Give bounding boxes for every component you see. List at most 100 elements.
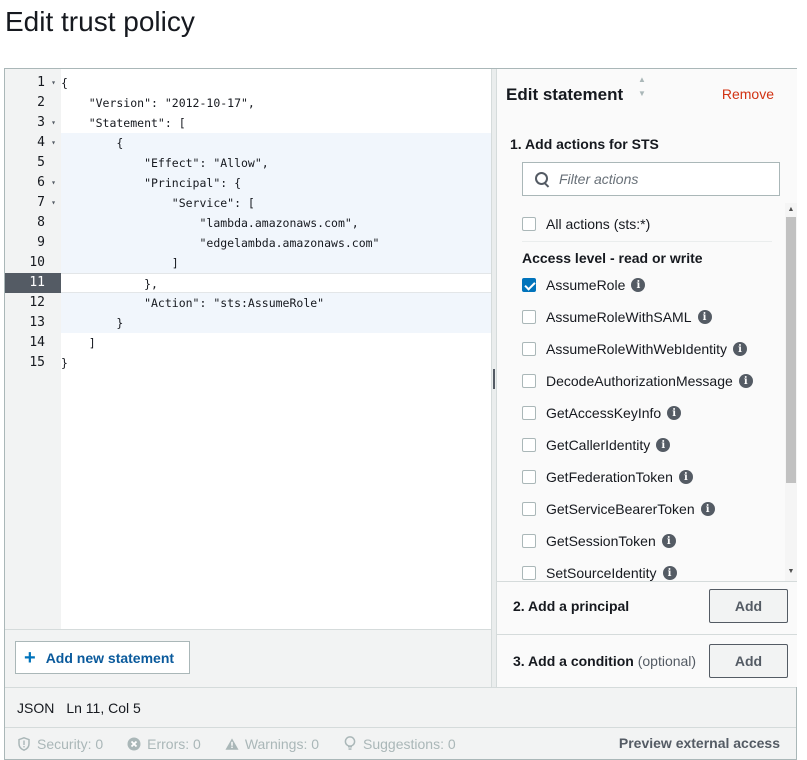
fold-arrow-icon[interactable]: ▾: [51, 193, 56, 213]
line-number[interactable]: 14: [5, 333, 61, 353]
code-line[interactable]: "Version": "2012-10-17",: [61, 93, 491, 113]
line-number[interactable]: 5: [5, 153, 61, 173]
line-number[interactable]: 7 ▾: [5, 193, 61, 213]
code-line[interactable]: ]: [61, 333, 491, 353]
action-checkbox[interactable]: [522, 566, 536, 580]
action-option[interactable]: AssumeRoleWithSAML i: [522, 306, 712, 328]
action-checkbox[interactable]: [522, 534, 536, 548]
info-icon[interactable]: i: [662, 566, 677, 580]
info-icon[interactable]: i: [678, 470, 693, 484]
action-label: GetServiceBearerToken: [546, 501, 695, 517]
errors-findings[interactable]: Errors: 0: [127, 736, 201, 752]
code-line[interactable]: "lambda.amazonaws.com",: [61, 213, 491, 233]
scroll-down-icon[interactable]: ▼: [786, 567, 796, 577]
add-new-statement-button[interactable]: + Add new statement: [15, 641, 190, 674]
line-number[interactable]: 6 ▾: [5, 173, 61, 193]
action-label: GetSessionToken: [546, 533, 656, 549]
warnings-findings[interactable]: Warnings: 0: [225, 736, 319, 752]
action-option[interactable]: GetAccessKeyInfo i: [522, 402, 682, 424]
header-scroll-arrows-icon[interactable]: ▲ ▼: [638, 73, 646, 101]
resize-grip-icon[interactable]: [493, 369, 495, 389]
code-line[interactable]: }: [61, 353, 491, 373]
json-code-editor[interactable]: 1 ▾ 2 3 ▾ 4 ▾ 5 6 ▾ 7 ▾ 8 9 10 11 12 13 14 15 { "Version": …: [5, 69, 491, 629]
add-principal-button[interactable]: Add: [709, 589, 788, 623]
actions-list[interactable]: All actions (sts:*) Access level - read …: [505, 203, 785, 581]
line-number[interactable]: 8: [5, 213, 61, 233]
code-line[interactable]: "Service": [: [61, 193, 491, 213]
action-checkbox[interactable]: [522, 278, 536, 292]
access-level-heading: Access level - read or write: [522, 250, 703, 266]
action-checkbox[interactable]: [522, 438, 536, 452]
action-label: DecodeAuthorizationMessage: [546, 373, 733, 389]
filter-actions-field[interactable]: [522, 162, 780, 196]
line-number[interactable]: 12: [5, 293, 61, 313]
line-number[interactable]: 13: [5, 313, 61, 333]
action-option[interactable]: GetCallerIdentity i: [522, 434, 671, 456]
line-number[interactable]: 10: [5, 253, 61, 273]
edit-statement-title: Edit statement: [506, 85, 624, 104]
line-number[interactable]: 2: [5, 93, 61, 113]
line-number[interactable]: 15: [5, 353, 61, 373]
code-line[interactable]: "Statement": [: [61, 113, 491, 133]
action-checkbox[interactable]: [522, 502, 536, 516]
fold-arrow-icon[interactable]: ▾: [51, 113, 56, 133]
scroll-up-icon[interactable]: ▲: [786, 205, 796, 215]
action-label: GetCallerIdentity: [546, 437, 651, 453]
code-line[interactable]: {: [61, 133, 491, 153]
code-line[interactable]: "Action": "sts:AssumeRole": [61, 293, 491, 313]
line-number[interactable]: 3 ▾: [5, 113, 61, 133]
info-icon[interactable]: i: [631, 278, 646, 292]
suggestions-findings[interactable]: Suggestions: 0: [343, 736, 456, 752]
action-checkbox[interactable]: [522, 342, 536, 356]
line-number-text: 3: [37, 115, 45, 130]
line-number[interactable]: 4 ▾: [5, 133, 61, 153]
info-icon[interactable]: i: [667, 406, 682, 420]
action-option[interactable]: AssumeRoleWithWebIdentity i: [522, 338, 748, 360]
preview-external-access-link[interactable]: Preview external access: [619, 735, 780, 751]
action-option[interactable]: DecodeAuthorizationMessage i: [522, 370, 753, 392]
all-actions-checkbox[interactable]: [522, 217, 536, 231]
action-option[interactable]: GetServiceBearerToken i: [522, 498, 715, 520]
action-checkbox[interactable]: [522, 310, 536, 324]
info-icon[interactable]: i: [733, 342, 748, 356]
action-checkbox[interactable]: [522, 470, 536, 484]
line-number-text: 13: [29, 315, 45, 330]
code-line[interactable]: ]: [61, 253, 491, 273]
info-icon[interactable]: i: [656, 438, 671, 452]
info-icon[interactable]: i: [700, 502, 715, 516]
fold-arrow-icon[interactable]: ▾: [51, 173, 56, 193]
line-number[interactable]: 9: [5, 233, 61, 253]
filter-actions-input[interactable]: [559, 171, 759, 187]
error-circle-icon: [127, 737, 141, 751]
actions-section-heading: 1. Add actions for STS: [510, 136, 659, 152]
actions-scrollbar[interactable]: ▲ ▼: [785, 203, 797, 581]
info-icon[interactable]: i: [738, 374, 753, 388]
info-icon[interactable]: i: [697, 310, 712, 324]
action-checkbox[interactable]: [522, 374, 536, 388]
all-actions-option[interactable]: All actions (sts:*): [522, 213, 650, 235]
action-option[interactable]: GetFederationToken i: [522, 466, 693, 488]
code-line[interactable]: }: [61, 313, 491, 333]
fold-arrow-icon[interactable]: ▾: [51, 133, 56, 153]
code-line[interactable]: "Effect": "Allow",: [61, 153, 491, 173]
code-lines[interactable]: { "Version": "2012-10-17", "Statement": …: [61, 69, 491, 629]
action-checkbox[interactable]: [522, 406, 536, 420]
action-option[interactable]: GetSessionToken i: [522, 530, 676, 552]
errors-count: Errors: 0: [147, 735, 201, 752]
line-number[interactable]: 11: [5, 273, 61, 293]
code-line[interactable]: {: [61, 73, 491, 93]
line-number-text: 11: [29, 275, 45, 290]
line-number[interactable]: 1 ▾: [5, 73, 61, 93]
code-line[interactable]: },: [61, 273, 491, 293]
code-line[interactable]: "edgelambda.amazonaws.com": [61, 233, 491, 253]
scroll-thumb[interactable]: [786, 217, 796, 483]
code-line[interactable]: "Principal": {: [61, 173, 491, 193]
action-option[interactable]: AssumeRole i: [522, 274, 646, 296]
fold-arrow-icon[interactable]: ▾: [51, 73, 56, 93]
edit-statement-panel: Edit statement ▲ ▼ Remove 1. Add actions …: [497, 69, 797, 687]
action-option[interactable]: SetSourceIdentity i: [522, 562, 677, 581]
info-icon[interactable]: i: [661, 534, 676, 548]
add-condition-button[interactable]: Add: [709, 644, 788, 678]
remove-statement-link[interactable]: Remove: [722, 86, 774, 102]
security-findings[interactable]: Security: 0: [17, 736, 103, 752]
